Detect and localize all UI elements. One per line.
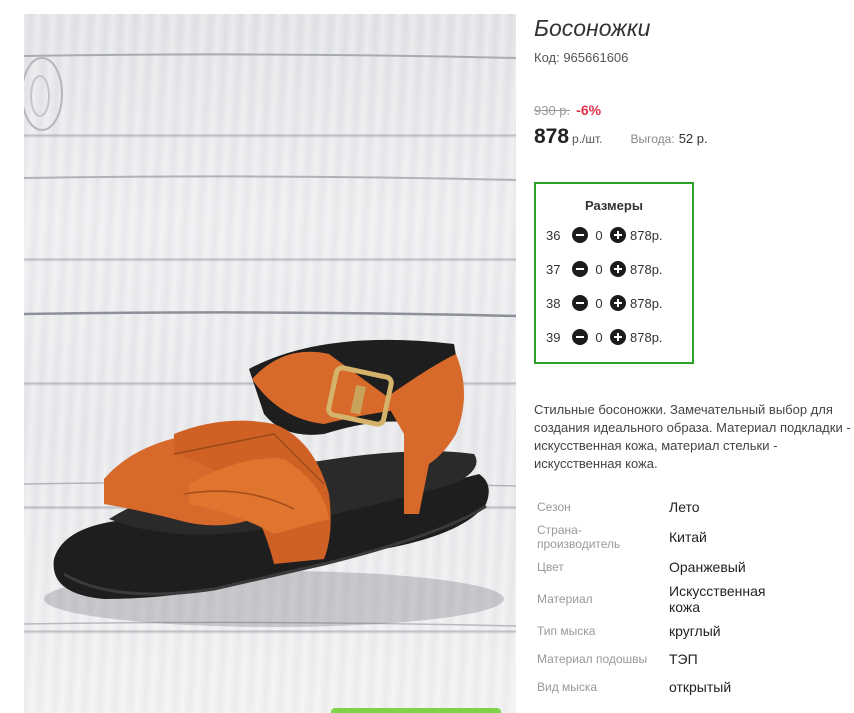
sizes-selector: Размеры 36 0 878р. 37 0 878р. 38 0 878р.…	[534, 182, 694, 364]
price-row: 878 р./шт. Выгода: 52 р.	[534, 125, 708, 149]
size-value: 38	[546, 295, 561, 311]
discount-badge: -6%	[576, 102, 602, 118]
spec-label: Материал	[537, 592, 593, 606]
minus-circle-icon[interactable]	[572, 227, 588, 243]
spec-value: ТЭП	[669, 651, 698, 667]
minus-circle-icon[interactable]	[572, 261, 588, 277]
plus-circle-icon[interactable]	[610, 261, 626, 277]
spec-label: Вид мыска	[537, 680, 598, 694]
size-row: 39 0 878р.	[546, 327, 692, 347]
size-row: 36 0 878р.	[546, 225, 692, 245]
old-price-row: 930 р. -6%	[534, 102, 601, 120]
quantity-value: 0	[595, 227, 603, 243]
sandal-image	[24, 53, 516, 627]
old-price: 930 р.	[534, 103, 571, 118]
spec-value: Китай	[669, 529, 707, 545]
spec-value: Лето	[669, 499, 700, 515]
minus-circle-icon[interactable]	[572, 295, 588, 311]
benefit-value: 52 р.	[678, 131, 708, 146]
spec-label: Страна-производитель	[537, 523, 621, 551]
buy-button[interactable]	[331, 708, 501, 713]
spec-label: Сезон	[537, 500, 571, 514]
quantity-value: 0	[595, 261, 603, 277]
benefit-label: Выгода:	[630, 132, 675, 146]
price-unit: р./шт.	[572, 132, 603, 146]
size-value: 36	[546, 227, 561, 243]
sizes-title: Размеры	[585, 198, 643, 213]
plus-circle-icon[interactable]	[610, 227, 626, 243]
quantity-value: 0	[595, 329, 603, 345]
size-price: 878р.	[630, 261, 663, 277]
product-code: Код: 965661606	[534, 50, 629, 65]
product-title: Босоножки	[534, 15, 651, 41]
product-photo[interactable]	[24, 14, 516, 713]
size-price: 878р.	[630, 329, 663, 345]
current-price: 878	[534, 125, 570, 148]
plus-circle-icon[interactable]	[610, 295, 626, 311]
size-row: 38 0 878р.	[546, 293, 692, 313]
product-description: Стильные босоножки. Замечательный выбор …	[534, 402, 851, 471]
spec-label: Цвет	[537, 560, 564, 574]
size-row: 37 0 878р.	[546, 259, 692, 279]
minus-circle-icon[interactable]	[572, 329, 588, 345]
quantity-value: 0	[595, 295, 603, 311]
plus-circle-icon[interactable]	[610, 329, 626, 345]
size-price: 878р.	[630, 227, 663, 243]
spec-value: открытый	[669, 679, 732, 695]
spec-label: Материал подошвы	[537, 652, 648, 666]
spec-value: Искусственная кожа	[669, 583, 766, 615]
spec-label: Тип мыска	[537, 624, 596, 638]
size-value: 39	[546, 329, 561, 345]
size-price: 878р.	[630, 295, 663, 311]
spec-value: круглый	[669, 623, 721, 639]
spec-value: Оранжевый	[669, 559, 746, 575]
size-value: 37	[546, 261, 561, 277]
